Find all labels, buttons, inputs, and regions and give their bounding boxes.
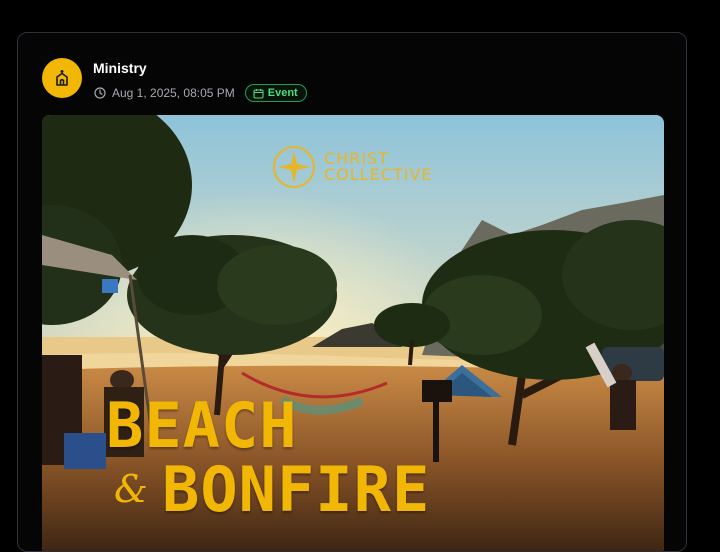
brand-logo: CHRIST COLLECTIVE bbox=[272, 145, 432, 189]
avatar[interactable] bbox=[42, 58, 82, 98]
post-meta: Aug 1, 2025, 08:05 PM Event bbox=[94, 84, 307, 102]
author-name[interactable]: Ministry bbox=[93, 60, 147, 76]
clock-icon bbox=[94, 87, 106, 99]
calendar-icon bbox=[253, 88, 264, 99]
badge-label: Event bbox=[267, 87, 298, 99]
headline-line-1: BEACH bbox=[106, 389, 298, 462]
event-flyer-image[interactable]: CHRIST COLLECTIVE BEACH BONFIRE & bbox=[42, 115, 664, 551]
event-headline: BEACH BONFIRE bbox=[106, 395, 430, 521]
church-icon bbox=[56, 70, 68, 86]
brand-line-2: COLLECTIVE bbox=[324, 165, 433, 184]
post-timestamp: Aug 1, 2025, 08:05 PM bbox=[112, 86, 235, 100]
post-card: Ministry Aug 1, 2025, 08:05 PM Event CHR… bbox=[17, 32, 687, 552]
event-badge: Event bbox=[244, 84, 307, 102]
headline-ampersand: & bbox=[114, 467, 148, 511]
headline-line-2: BONFIRE bbox=[162, 453, 431, 526]
star-icon bbox=[273, 146, 315, 188]
